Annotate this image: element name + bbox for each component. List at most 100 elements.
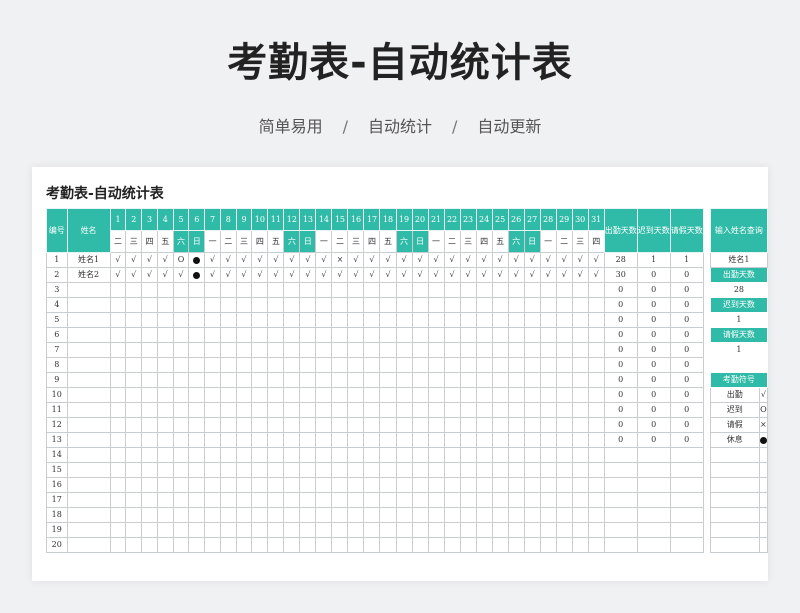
attendance-cell[interactable] <box>267 537 285 553</box>
attendance-cell[interactable] <box>235 447 253 463</box>
attendance-cell[interactable] <box>156 537 174 553</box>
attendance-cell[interactable] <box>267 447 285 463</box>
attendance-cell[interactable]: √ <box>204 267 221 283</box>
attendance-cell[interactable]: √ <box>475 252 493 268</box>
attendance-cell[interactable]: √ <box>235 252 253 268</box>
attendance-cell[interactable] <box>427 462 445 478</box>
row-name[interactable] <box>66 327 111 343</box>
attendance-cell[interactable] <box>219 492 237 508</box>
attendance-cell[interactable] <box>571 387 589 403</box>
attendance-cell[interactable] <box>299 357 317 373</box>
attendance-cell[interactable] <box>188 267 206 283</box>
attendance-cell[interactable] <box>347 537 365 553</box>
attendance-cell[interactable] <box>125 477 143 493</box>
attendance-cell[interactable] <box>172 462 190 478</box>
attendance-cell[interactable] <box>331 432 349 448</box>
attendance-cell[interactable] <box>283 312 301 328</box>
attendance-cell[interactable] <box>251 342 269 358</box>
attendance-cell[interactable] <box>427 342 445 358</box>
attendance-cell[interactable] <box>204 342 221 358</box>
attendance-cell[interactable] <box>125 372 143 388</box>
attendance-cell[interactable] <box>125 447 143 463</box>
attendance-cell[interactable] <box>188 357 206 373</box>
attendance-cell[interactable] <box>571 342 589 358</box>
attendance-cell[interactable] <box>109 327 127 343</box>
attendance-cell[interactable] <box>267 507 285 523</box>
attendance-cell[interactable]: √ <box>299 267 317 283</box>
attendance-cell[interactable] <box>156 432 174 448</box>
attendance-cell[interactable] <box>219 477 237 493</box>
row-name[interactable] <box>66 432 111 448</box>
attendance-cell[interactable] <box>395 357 413 373</box>
attendance-cell[interactable] <box>539 297 557 313</box>
row-name[interactable] <box>66 372 111 388</box>
attendance-cell[interactable] <box>507 372 525 388</box>
attendance-cell[interactable] <box>459 342 477 358</box>
attendance-cell[interactable] <box>491 387 509 403</box>
attendance-cell[interactable] <box>475 372 493 388</box>
attendance-cell[interactable] <box>141 282 158 298</box>
attendance-cell[interactable] <box>379 342 397 358</box>
attendance-cell[interactable]: √ <box>507 252 525 268</box>
attendance-cell[interactable] <box>587 507 605 523</box>
attendance-cell[interactable] <box>571 282 589 298</box>
attendance-cell[interactable]: √ <box>235 267 253 283</box>
attendance-cell[interactable]: √ <box>156 252 174 268</box>
attendance-cell[interactable] <box>347 522 365 538</box>
attendance-cell[interactable] <box>491 447 509 463</box>
attendance-cell[interactable] <box>172 447 190 463</box>
row-name[interactable] <box>66 312 111 328</box>
attendance-cell[interactable] <box>587 372 605 388</box>
attendance-cell[interactable] <box>299 402 317 418</box>
attendance-cell[interactable] <box>347 372 365 388</box>
attendance-cell[interactable] <box>363 462 381 478</box>
attendance-cell[interactable] <box>539 432 557 448</box>
attendance-cell[interactable] <box>109 462 127 478</box>
attendance-cell[interactable] <box>172 372 190 388</box>
attendance-cell[interactable] <box>267 357 285 373</box>
attendance-cell[interactable]: √ <box>347 267 365 283</box>
attendance-cell[interactable] <box>443 477 461 493</box>
attendance-cell[interactable]: √ <box>491 252 509 268</box>
attendance-cell[interactable] <box>587 327 605 343</box>
attendance-cell[interactable] <box>235 297 253 313</box>
attendance-cell[interactable] <box>507 312 525 328</box>
attendance-cell[interactable] <box>204 357 221 373</box>
attendance-cell[interactable] <box>267 387 285 403</box>
attendance-cell[interactable] <box>539 492 557 508</box>
attendance-cell[interactable] <box>347 462 365 478</box>
attendance-cell[interactable] <box>427 312 445 328</box>
attendance-cell[interactable]: √ <box>219 267 237 283</box>
attendance-cell[interactable] <box>235 342 253 358</box>
attendance-cell[interactable]: √ <box>507 267 525 283</box>
attendance-cell[interactable] <box>411 297 429 313</box>
attendance-cell[interactable] <box>443 507 461 523</box>
attendance-cell[interactable] <box>523 492 541 508</box>
attendance-cell[interactable] <box>315 432 333 448</box>
attendance-cell[interactable] <box>251 447 269 463</box>
attendance-cell[interactable] <box>235 462 253 478</box>
attendance-cell[interactable] <box>141 477 158 493</box>
attendance-cell[interactable] <box>141 327 158 343</box>
attendance-cell[interactable] <box>459 282 477 298</box>
attendance-cell[interactable] <box>427 492 445 508</box>
attendance-cell[interactable] <box>156 402 174 418</box>
attendance-cell[interactable] <box>204 402 221 418</box>
attendance-cell[interactable] <box>315 312 333 328</box>
attendance-cell[interactable] <box>427 297 445 313</box>
attendance-cell[interactable] <box>331 372 349 388</box>
attendance-cell[interactable] <box>331 297 349 313</box>
attendance-cell[interactable] <box>491 432 509 448</box>
row-name[interactable] <box>66 462 111 478</box>
attendance-cell[interactable] <box>172 507 190 523</box>
attendance-cell[interactable] <box>267 462 285 478</box>
attendance-cell[interactable] <box>172 537 190 553</box>
attendance-cell[interactable] <box>172 387 190 403</box>
attendance-cell[interactable] <box>125 507 143 523</box>
attendance-cell[interactable] <box>523 462 541 478</box>
attendance-cell[interactable] <box>379 357 397 373</box>
attendance-cell[interactable] <box>251 387 269 403</box>
attendance-cell[interactable]: √ <box>555 252 573 268</box>
attendance-cell[interactable] <box>251 297 269 313</box>
attendance-cell[interactable]: √ <box>141 267 158 283</box>
